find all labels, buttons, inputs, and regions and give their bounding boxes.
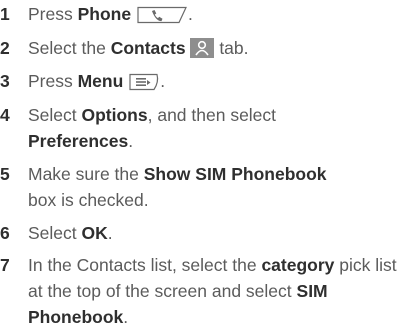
step-text-pre: Select the <box>28 38 111 58</box>
step-text-pre: Select <box>28 223 82 243</box>
step-keyword: category <box>261 255 335 275</box>
step-text-post: . <box>107 223 113 243</box>
step-2: 2 Select the Contacts tab. <box>0 35 407 65</box>
step-number: 2 <box>0 38 10 58</box>
step-text-post: . <box>128 131 134 151</box>
step-text: Press Phone . <box>28 1 407 31</box>
step-6: 6 Select OK. <box>0 220 407 246</box>
step-number: 7 <box>0 255 10 275</box>
step-text-post: tab. <box>214 38 249 58</box>
step-number: 3 <box>0 71 10 91</box>
step-text-post: . <box>160 71 166 91</box>
contacts-tab-icon <box>190 38 215 65</box>
step-7: 7 In the Contacts list, select the categ… <box>0 252 407 330</box>
step-text: Make sure the Show SIM Phonebook box is … <box>28 161 407 213</box>
step-number: 4 <box>0 105 10 125</box>
step-keyword: Menu <box>77 71 124 91</box>
step-4: 4 Select Options, and then select Prefer… <box>0 102 407 154</box>
step-text-post: . <box>123 307 129 327</box>
menu-button-icon <box>128 72 160 98</box>
step-text: In the Contacts list, select the categor… <box>28 252 407 330</box>
step-text-pre: Press <box>28 4 78 24</box>
step-text-post: box is checked. <box>28 190 149 210</box>
phone-button-icon <box>136 5 188 31</box>
step-1: 1 Press Phone . <box>0 1 407 31</box>
step-number: 6 <box>0 223 10 243</box>
step-text: Select the Contacts tab. <box>28 35 407 65</box>
step-text-pre: Select <box>28 105 82 125</box>
step-number: 5 <box>0 164 10 184</box>
step-number: 1 <box>0 4 10 24</box>
step-keyword: Contacts <box>110 38 186 58</box>
step-text-mid: , and then select <box>147 105 277 125</box>
step-text: Select OK. <box>28 220 407 246</box>
step-text-pre: In the Contacts list, select the <box>28 255 262 275</box>
step-keyword: Options <box>81 105 148 125</box>
instruction-steps: 1 Press Phone . 2 Select the Contacts ta… <box>0 0 411 331</box>
step-keyword: OK <box>81 223 108 243</box>
step-text-pre: Press <box>28 71 78 91</box>
step-keyword: Show SIM Phonebook <box>143 164 327 184</box>
step-keyword-2: Preferences <box>28 131 129 151</box>
step-3: 3 Press Menu . <box>0 68 407 98</box>
step-5: 5 Make sure the Show SIM Phonebook box i… <box>0 161 407 213</box>
step-keyword: Phone <box>77 4 132 24</box>
step-text-pre: Make sure the <box>28 164 144 184</box>
step-text: Press Menu . <box>28 68 407 98</box>
step-text: Select Options, and then select Preferen… <box>28 102 407 154</box>
step-text-post: . <box>187 4 193 24</box>
